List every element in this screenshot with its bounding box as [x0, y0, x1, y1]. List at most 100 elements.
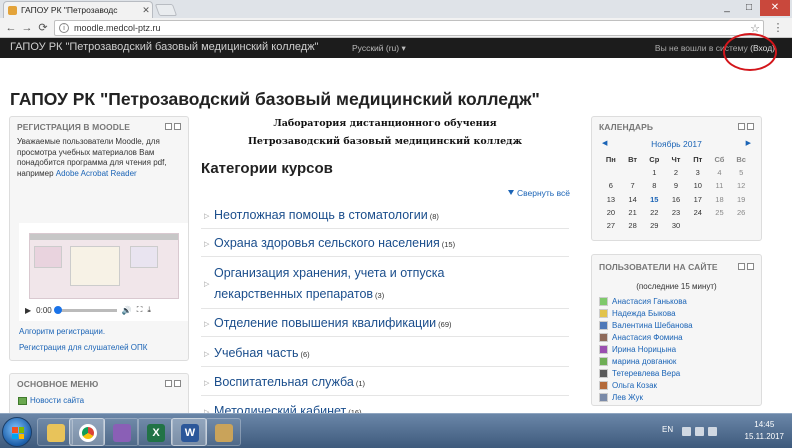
- block-hide-icon[interactable]: [738, 123, 745, 130]
- user-name-link[interactable]: Тетеревлева Вера: [612, 369, 680, 378]
- category-name[interactable]: Воспитательная служба (1): [214, 373, 514, 393]
- user-name-link[interactable]: марина довганюк: [612, 357, 676, 366]
- taskbar-excel-button[interactable]: X: [137, 418, 173, 446]
- browser-tab[interactable]: ГАПОУ РК "Петрозаводс ✕: [3, 1, 153, 18]
- online-user-item[interactable]: марина довганюк: [599, 355, 726, 367]
- calendar-day[interactable]: 26: [730, 206, 752, 219]
- calendar-day[interactable]: 9: [665, 179, 687, 192]
- tab-close-icon[interactable]: ✕: [140, 5, 152, 16]
- course-category[interactable]: ▷ Организация хранения, учета и отпуска …: [201, 261, 569, 309]
- calendar-day[interactable]: 21: [622, 206, 644, 219]
- video-player[interactable]: ▶ 0:00 🔊 ⛶ ⤓: [19, 223, 188, 321]
- online-user-item[interactable]: Елена Васильевна Григорьева: [599, 403, 726, 406]
- tray-flag-icon[interactable]: [682, 427, 691, 436]
- online-user-item[interactable]: Анастасия Ганькова: [599, 295, 726, 307]
- block-dock-icon[interactable]: [174, 123, 181, 130]
- user-name-link[interactable]: Ольга Козак: [612, 381, 657, 390]
- category-name[interactable]: Отделение повышения квалификации (69): [214, 314, 514, 334]
- calendar-day[interactable]: 23: [665, 206, 687, 219]
- taskbar-clock[interactable]: 14:45 15.11.2017: [745, 419, 784, 443]
- calendar-day[interactable]: 6: [600, 179, 622, 192]
- course-category[interactable]: ▷ Охрана здоровья сельского населения (15…: [201, 233, 569, 257]
- user-name-link[interactable]: Анастасия Ганькова: [612, 297, 687, 306]
- online-user-item[interactable]: Лев Жук: [599, 391, 726, 403]
- forward-arrow-icon[interactable]: →: [20, 21, 34, 35]
- online-user-item[interactable]: Анастасия Фомина: [599, 331, 726, 343]
- video-progress-slider[interactable]: [53, 305, 117, 314]
- calendar-day[interactable]: 4: [709, 166, 731, 179]
- user-name-link[interactable]: Елена Васильевна Григорьева: [612, 405, 726, 406]
- maximize-button[interactable]: □: [738, 0, 760, 16]
- calendar-day[interactable]: 7: [622, 179, 644, 192]
- user-name-link[interactable]: Ирина Норицына: [612, 345, 676, 354]
- calendar-day[interactable]: 19: [730, 193, 752, 206]
- online-user-item[interactable]: Ольга Козак: [599, 379, 726, 391]
- calendar-day[interactable]: 10: [687, 179, 709, 192]
- next-month-icon[interactable]: ▶: [746, 139, 751, 147]
- input-language-indicator[interactable]: EN: [662, 425, 673, 434]
- block-hide-icon[interactable]: [738, 263, 745, 270]
- download-icon[interactable]: ⤓: [147, 305, 151, 315]
- expand-arrow-icon[interactable]: ▷: [204, 212, 209, 220]
- progress-knob[interactable]: [53, 305, 62, 314]
- info-icon[interactable]: i: [59, 23, 69, 33]
- calendar-day[interactable]: 1: [643, 166, 665, 179]
- online-user-item[interactable]: Тетеревлева Вера: [599, 367, 726, 379]
- expand-arrow-icon[interactable]: ▷: [204, 240, 209, 248]
- block-hide-icon[interactable]: [165, 380, 172, 387]
- expand-arrow-icon[interactable]: ▷: [204, 350, 209, 358]
- calendar-day[interactable]: 12: [730, 179, 752, 192]
- calendar-day[interactable]: 3: [687, 166, 709, 179]
- calendar-day[interactable]: 17: [687, 193, 709, 206]
- calendar-day[interactable]: 11: [709, 179, 731, 192]
- back-arrow-icon[interactable]: ←: [4, 21, 18, 35]
- online-user-item[interactable]: Ирина Норицына: [599, 343, 726, 355]
- calendar-day[interactable]: 20: [600, 206, 622, 219]
- block-hide-icon[interactable]: [165, 123, 172, 130]
- user-name-link[interactable]: Лев Жук: [612, 393, 643, 402]
- category-name[interactable]: Охрана здоровья сельского населения (15): [214, 234, 514, 254]
- calendar-day[interactable]: 27: [600, 219, 622, 232]
- taskbar-paint-button[interactable]: [205, 418, 241, 446]
- calendar-day[interactable]: 29: [643, 219, 665, 232]
- calendar-day[interactable]: 24: [687, 206, 709, 219]
- online-user-item[interactable]: Валентина Шебанова: [599, 319, 726, 331]
- opk-registration-link[interactable]: Регистрация для слушателей ОПК: [19, 343, 147, 352]
- block-dock-icon[interactable]: [747, 263, 754, 270]
- calendar-day[interactable]: 8: [643, 179, 665, 192]
- category-name[interactable]: Неотложная помощь в стоматологии (8): [214, 206, 514, 226]
- tray-volume-icon[interactable]: [708, 427, 717, 436]
- expand-arrow-icon[interactable]: ▷: [204, 379, 209, 387]
- user-name-link[interactable]: Анастасия Фомина: [612, 333, 683, 342]
- reload-icon[interactable]: ⟳: [36, 21, 50, 35]
- url-input[interactable]: i moodle.medcol-ptz.ru ☆: [54, 20, 764, 36]
- site-brand-link[interactable]: ГАПОУ РК "Петрозаводский базовый медицин…: [10, 41, 318, 53]
- tray-network-icon[interactable]: [695, 427, 704, 436]
- new-tab-button[interactable]: [154, 4, 178, 16]
- user-name-link[interactable]: Валентина Шебанова: [612, 321, 693, 330]
- play-icon[interactable]: ▶: [25, 306, 31, 315]
- calendar-month-link[interactable]: Ноябрь 2017: [592, 139, 761, 149]
- calendar-day[interactable]: 22: [643, 206, 665, 219]
- language-menu[interactable]: Русский (ru) ▾: [352, 43, 406, 54]
- block-dock-icon[interactable]: [174, 380, 181, 387]
- volume-icon[interactable]: 🔊: [122, 306, 132, 315]
- adobe-reader-link[interactable]: Adobe Acrobat Reader: [56, 169, 137, 178]
- start-button[interactable]: [2, 417, 32, 447]
- calendar-day[interactable]: 28: [622, 219, 644, 232]
- taskbar-app-button[interactable]: [103, 418, 139, 446]
- calendar-day[interactable]: 13: [600, 193, 622, 206]
- block-dock-icon[interactable]: [747, 123, 754, 130]
- calendar-day[interactable]: 2: [665, 166, 687, 179]
- course-category[interactable]: ▷ Воспитательная служба (1): [201, 372, 569, 396]
- course-category[interactable]: ▷ Учебная часть (6): [201, 343, 569, 367]
- calendar-day[interactable]: 16: [665, 193, 687, 206]
- registration-algorithm-link[interactable]: Алгоритм регистрации.: [19, 327, 105, 336]
- calendar-day[interactable]: 18: [709, 193, 731, 206]
- user-name-link[interactable]: Надежда Быкова: [612, 309, 676, 318]
- taskbar-chrome-button[interactable]: [69, 418, 105, 446]
- online-user-item[interactable]: Надежда Быкова: [599, 307, 726, 319]
- category-name[interactable]: Организация хранения, учета и отпуска ле…: [214, 263, 504, 306]
- taskbar-explorer-button[interactable]: [37, 418, 73, 446]
- expand-arrow-icon[interactable]: ▷: [204, 280, 209, 288]
